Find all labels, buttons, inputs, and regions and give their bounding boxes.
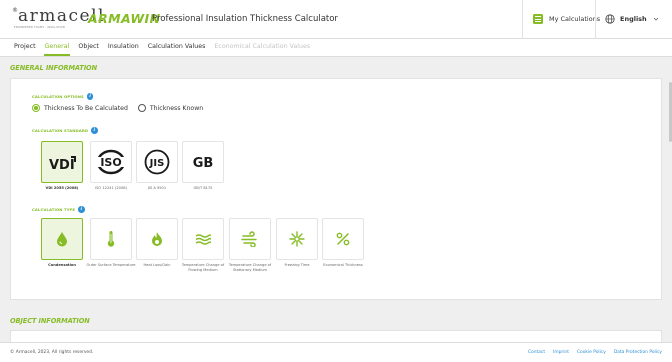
- my-calculations-label: My Calculations: [549, 15, 601, 23]
- radio-thickness-to-be-calculated[interactable]: Thickness To Be Calculated: [32, 104, 128, 112]
- header-divider: [595, 0, 596, 39]
- standard-tile-gb[interactable]: GB: [182, 141, 224, 183]
- tab-insulation[interactable]: Insulation: [107, 40, 140, 56]
- page-footer: © Armacell, 2023, All rights reserved. C…: [0, 342, 672, 362]
- footer-link-data-protection-policy[interactable]: Data Protection Policy: [614, 350, 662, 355]
- general-information-heading: GENERAL INFORMATION: [10, 64, 97, 72]
- calculation-type-text: CALCULATION TYPE: [32, 206, 76, 212]
- calculation-options-label: CALCULATION OPTIONS i: [32, 93, 94, 100]
- globe-icon: [605, 14, 615, 24]
- flame-icon: [152, 232, 162, 246]
- radio-label: Thickness To Be Calculated: [44, 104, 128, 112]
- info-icon[interactable]: i: [86, 93, 94, 100]
- jis-logo: JIS: [144, 149, 170, 175]
- object-information-card: [10, 330, 662, 342]
- type-caption: Temperature Change of Stationary Medium: [228, 263, 272, 272]
- my-calculations-button[interactable]: My Calculations: [533, 12, 600, 26]
- tab-general[interactable]: General: [43, 40, 71, 56]
- radio-unselected-icon: [137, 104, 146, 112]
- copyright-text: © Armacell, 2023, All rights reserved.: [10, 350, 94, 355]
- armacell-logo[interactable]: ® armacell ENGINEERED FOAMS · INSULATION: [10, 6, 103, 32]
- chevron-down-icon: [653, 17, 658, 21]
- standard-caption: GB/T 8175: [193, 186, 213, 190]
- type-tile-condensation[interactable]: [41, 218, 83, 260]
- language-selector[interactable]: English: [605, 12, 660, 26]
- standard-tile-vdi[interactable]: VDI: [41, 141, 83, 183]
- header-divider: [522, 0, 523, 39]
- type-tile-heat-loss-gain[interactable]: [136, 218, 178, 260]
- footer-link-cookie-policy[interactable]: Cookie Policy: [577, 350, 606, 355]
- standard-tile-iso[interactable]: ISO: [90, 141, 132, 183]
- flowing-medium-icon: [195, 234, 211, 245]
- app-title: Professional Insulation Thickness Calcul…: [152, 14, 338, 24]
- thermometer-icon: [107, 231, 115, 247]
- type-tile-outer-surface-temperature[interactable]: [90, 218, 132, 260]
- gb-logo-text: GB: [193, 156, 214, 171]
- calculation-standard-label: CALCULATION STANDARD i: [32, 127, 98, 134]
- type-caption: Economical Thickness: [323, 263, 363, 267]
- standard-tile-jis[interactable]: JIS: [136, 141, 178, 183]
- calculation-options-text: CALCULATION OPTIONS: [32, 93, 84, 99]
- product-brand: ARMAWIN: [88, 11, 161, 26]
- standard-caption: VDI 2055 (2008): [45, 186, 79, 190]
- type-tile-temperature-change-stationary-medium[interactable]: [229, 218, 271, 260]
- footer-links: Contact Imprint Cookie Policy Data Prote…: [528, 350, 662, 355]
- snowflake-icon: [289, 231, 305, 247]
- iso-logo-text: ISO: [100, 156, 121, 169]
- calculator-icon: [533, 14, 543, 24]
- type-tile-temperature-change-flowing-medium[interactable]: [182, 218, 224, 260]
- type-tile-economical-thickness[interactable]: [322, 218, 364, 260]
- calculation-options-group: Thickness To Be Calculated Thickness Kno…: [32, 104, 203, 112]
- language-label: English: [620, 15, 647, 23]
- tab-calculation-values[interactable]: Calculation Values: [147, 40, 207, 56]
- tab-project[interactable]: Project: [13, 40, 37, 56]
- type-tile-freezing-time[interactable]: [276, 218, 318, 260]
- jis-logo-text: JIS: [149, 158, 165, 169]
- info-icon[interactable]: i: [91, 127, 98, 134]
- calculation-type-label: CALCULATION TYPE i: [32, 206, 85, 213]
- vdi-logo: VDI: [49, 156, 76, 172]
- gb-logo: GB: [193, 156, 214, 171]
- logo-tagline: ENGINEERED FOAMS · INSULATION: [14, 26, 65, 29]
- info-icon[interactable]: i: [78, 206, 85, 213]
- vdi-logo-text: VDI: [49, 158, 75, 172]
- calculation-standard-text: CALCULATION STANDARD: [32, 127, 89, 133]
- footer-link-contact[interactable]: Contact: [528, 350, 545, 355]
- app-header: ® armacell ENGINEERED FOAMS · INSULATION…: [0, 0, 672, 39]
- radio-thickness-known[interactable]: Thickness Known: [137, 104, 204, 112]
- object-information-heading: OBJECT INFORMATION: [10, 317, 90, 325]
- footer-link-imprint[interactable]: Imprint: [553, 350, 569, 355]
- radio-label: Thickness Known: [149, 104, 204, 112]
- type-caption: Temperature Change of Flowing Medium: [181, 263, 225, 272]
- step-tabs: Project General Object Insulation Calcul…: [0, 39, 672, 57]
- stationary-medium-icon: [241, 231, 257, 247]
- tab-economical-calculation-values: Economical Calculation Values: [214, 43, 311, 50]
- water-drop-icon: [57, 232, 67, 247]
- percent-icon: [336, 232, 350, 246]
- radio-selected-icon: [32, 104, 40, 112]
- type-caption: Condensation: [48, 263, 76, 267]
- tab-object[interactable]: Object: [77, 40, 100, 56]
- iso-logo: ISO: [95, 149, 127, 175]
